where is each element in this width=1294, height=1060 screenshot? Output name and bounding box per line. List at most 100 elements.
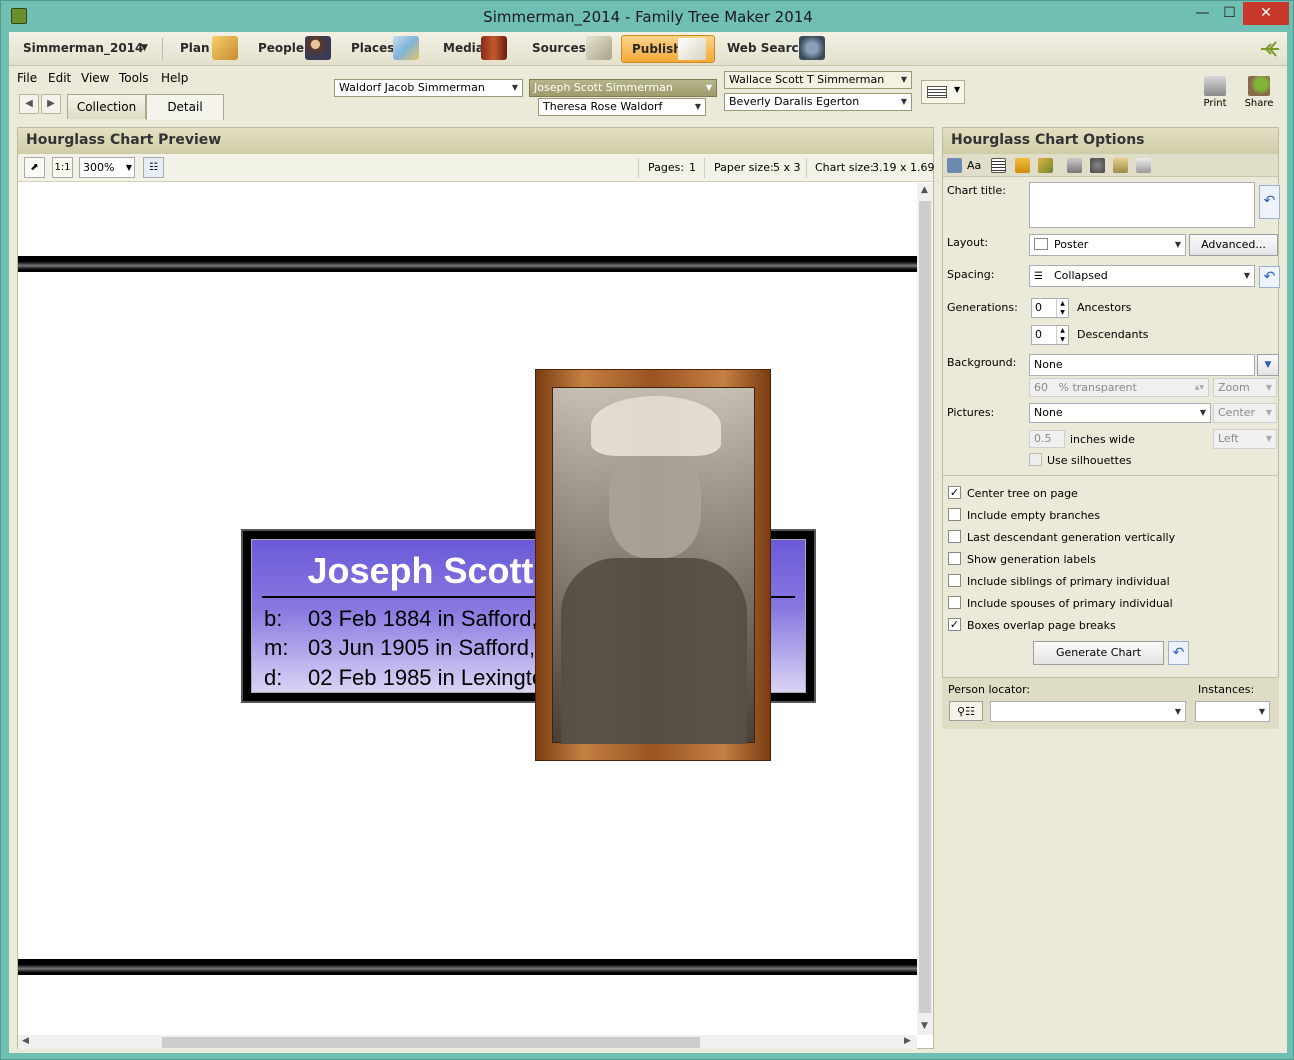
nav-plan[interactable]: Plan (180, 41, 210, 55)
option-checkbox[interactable]: ✓ (948, 486, 961, 499)
scroll-down-icon[interactable]: ▼ (921, 1021, 928, 1031)
fit-to-window-icon[interactable]: ⬈ (24, 157, 45, 178)
spouse-selector-1[interactable]: Wallace Scott T Simmerman ▼ (724, 71, 912, 89)
option-checkbox[interactable] (948, 574, 961, 587)
divider (704, 158, 705, 178)
forward-button[interactable]: ▶ (41, 94, 61, 114)
instances-select[interactable]: ▼ (1195, 701, 1270, 722)
page-setup-icon[interactable] (1067, 158, 1082, 173)
open-template-icon[interactable] (1113, 158, 1128, 173)
option-checkbox[interactable] (948, 530, 961, 543)
descendants-spinner[interactable]: 0 ▲ ▼ (1031, 325, 1069, 345)
spin-arrows-icon[interactable]: ▲ ▼ (1056, 299, 1068, 317)
spacing-select[interactable]: ☰ Collapsed ▼ (1029, 265, 1255, 287)
person-locator-select[interactable]: ▼ (990, 701, 1186, 722)
chart-title-input[interactable] (1029, 182, 1255, 228)
ancestors-spinner[interactable]: 0 ▲ ▼ (1031, 298, 1069, 318)
father-selector[interactable]: Waldorf Jacob Simmerman ▼ (334, 79, 523, 97)
background-dropdown-icon[interactable]: ▼ (1257, 354, 1279, 376)
save-template-icon[interactable] (1090, 158, 1105, 173)
option-checkbox[interactable]: ✓ (948, 618, 961, 631)
silhouettes-checkbox[interactable] (1029, 453, 1042, 466)
main-nav-bar: Simmerman_2014 ▼ Plan People Places Medi… (9, 32, 1287, 66)
spin-arrows-icon[interactable]: ▲ ▼ (1056, 326, 1068, 344)
chart-settings-icon[interactable] (947, 158, 962, 173)
pictures-select[interactable]: None ▼ (1029, 403, 1211, 423)
export-icon[interactable] (1136, 158, 1151, 173)
publish-icon (678, 38, 706, 60)
scroll-up-icon[interactable]: ▲ (921, 185, 928, 195)
minimize-button[interactable]: — (1189, 2, 1216, 25)
undo-icon[interactable]: ↶ (1259, 185, 1280, 219)
actual-size-icon[interactable]: 1:1 (52, 157, 73, 178)
scroll-thumb[interactable] (919, 201, 931, 1013)
option-checkbox[interactable] (948, 508, 961, 521)
option-checkbox[interactable] (948, 552, 961, 565)
undo-icon[interactable]: ↶ (1259, 266, 1280, 288)
menu-file[interactable]: File (17, 71, 37, 85)
mother-selector[interactable]: Theresa Rose Waldorf ▼ (538, 98, 706, 116)
mother-name: Theresa Rose Waldorf (543, 100, 663, 113)
nav-sources[interactable]: Sources (532, 41, 586, 55)
nav-places[interactable]: Places (351, 41, 394, 55)
chevron-down-icon: ▼ (1174, 707, 1181, 716)
chevron-down-icon: ▼ (1199, 408, 1206, 417)
family-view-toggle[interactable]: ▼ (921, 80, 965, 104)
chart-canvas[interactable]: Joseph Scott Simmerman b: 03 Feb 1884 in … (18, 183, 917, 1035)
ancestry-leaf-icon (1261, 41, 1279, 57)
instances-label: Instances: (1198, 683, 1255, 696)
horizontal-scrollbar[interactable]: ◀ ▶ (18, 1035, 917, 1049)
chevron-down-icon: ▼ (954, 85, 961, 94)
background-icon[interactable] (1038, 158, 1053, 173)
text-format-icon[interactable] (991, 158, 1006, 173)
chevron-down-icon: ▼ (1243, 271, 1250, 280)
focus-person-selector[interactable]: Joseph Scott Simmerman ▼ (529, 79, 717, 97)
tab-detail[interactable]: Detail (146, 94, 224, 120)
chart-title-label: Chart title: (947, 184, 1006, 197)
share-icon (1248, 76, 1270, 96)
portrait-frame[interactable] (535, 369, 771, 761)
tab-collection[interactable]: Collection (67, 94, 146, 119)
paper-size-value: 5 x 3 (773, 161, 801, 174)
layout-value: Poster (1054, 238, 1089, 251)
option-checkbox-label: Show generation labels (967, 553, 1096, 566)
fact-key: b: (264, 606, 283, 631)
background-label: Background: (947, 356, 1017, 369)
nav-people[interactable]: People (258, 41, 304, 55)
menu-help[interactable]: Help (161, 71, 188, 85)
undo-icon[interactable]: ↶ (1168, 641, 1189, 665)
scroll-left-icon[interactable]: ◀ (22, 1036, 29, 1046)
nav-publish[interactable]: Publish (621, 35, 715, 63)
print-button[interactable]: Print (1199, 76, 1231, 109)
option-checkbox-label: Include empty branches (967, 509, 1101, 522)
picture-align-select: Center ▼ (1213, 403, 1277, 423)
back-button[interactable]: ◀ (19, 94, 39, 114)
option-checkbox[interactable] (948, 596, 961, 609)
option-checkbox-label: Last descendant generation vertically (967, 531, 1176, 544)
zoom-select[interactable]: 300% ▼ (79, 157, 135, 178)
box-style-icon[interactable] (1015, 158, 1030, 173)
advanced-button[interactable]: Advanced... (1189, 234, 1278, 256)
nav-web-search[interactable]: Web Search (727, 41, 807, 55)
generate-chart-button[interactable]: Generate Chart (1033, 641, 1164, 665)
menu-view[interactable]: View (81, 71, 109, 85)
option-checkbox-label: Center tree on page (967, 487, 1078, 500)
menu-tools[interactable]: Tools (119, 71, 149, 85)
vertical-scrollbar[interactable]: ▲ ▼ (917, 183, 933, 1035)
menu-edit[interactable]: Edit (48, 71, 71, 85)
spouse-selector-2[interactable]: Beverly Daralis Egerton ▼ (724, 93, 912, 111)
share-button[interactable]: Share (1243, 76, 1275, 109)
nav-media[interactable]: Media (443, 41, 484, 55)
layout-select[interactable]: Poster ▼ (1029, 234, 1186, 256)
background-select[interactable]: None (1029, 354, 1255, 376)
chevron-down-icon[interactable]: ▼ (141, 43, 148, 53)
locate-person-icon[interactable]: ⚲☷ (949, 701, 983, 721)
scroll-thumb[interactable] (162, 1037, 700, 1048)
close-button[interactable]: ✕ (1243, 2, 1289, 25)
tree-layout-icon[interactable]: ☷ (143, 157, 164, 178)
scroll-right-icon[interactable]: ▶ (904, 1036, 911, 1046)
maximize-button[interactable]: ☐ (1216, 2, 1243, 25)
font-icon[interactable]: Aa (967, 158, 982, 173)
layout-label: Layout: (947, 236, 989, 249)
tree-name-button[interactable]: Simmerman_2014 (23, 41, 143, 55)
